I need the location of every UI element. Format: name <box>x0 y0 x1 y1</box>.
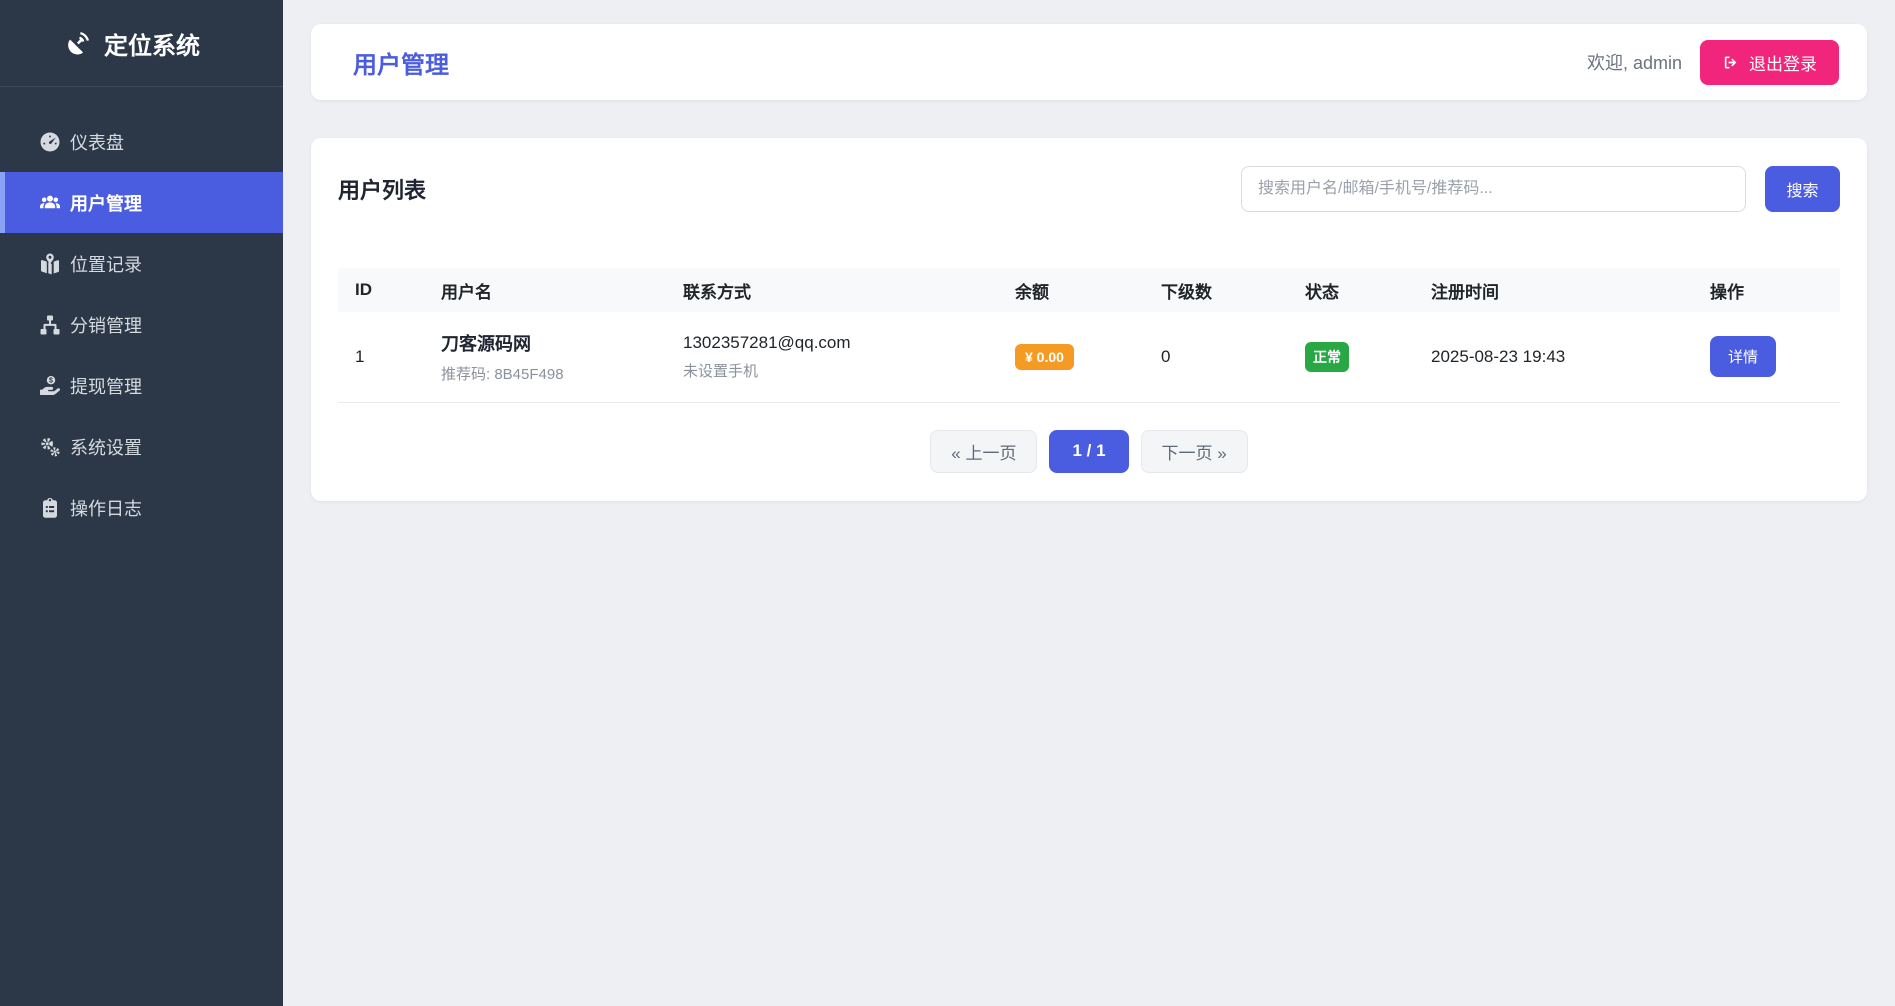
card-toolbar: 用户列表 搜索 <box>338 166 1840 212</box>
sidebar-item-distribution[interactable]: 分销管理 <box>0 294 283 355</box>
satellite-dish-icon <box>64 30 91 57</box>
user-list-card: 用户列表 搜索 ID 用户名 联系方式 余额 下级数 状态 注册时间 <box>311 138 1867 501</box>
cell-username: 刀客源码网 推荐码: 8B45F498 <box>425 312 667 402</box>
sidebar-item-label: 系统设置 <box>70 434 142 460</box>
col-registered: 注册时间 <box>1415 268 1694 312</box>
sidebar-item-label: 用户管理 <box>70 190 142 216</box>
user-table: ID 用户名 联系方式 余额 下级数 状态 注册时间 操作 1 刀客源码网 推荐… <box>338 268 1840 403</box>
cell-subordinates: 0 <box>1145 312 1289 402</box>
current-page-indicator[interactable]: 1 / 1 <box>1049 430 1128 473</box>
sidebar-item-label: 仪表盘 <box>70 129 124 155</box>
phone-text: 未设置手机 <box>683 360 983 381</box>
search-input[interactable] <box>1241 166 1746 212</box>
cell-registered: 2025-08-23 19:43 <box>1415 312 1694 402</box>
sidebar-item-withdrawals[interactable]: $ 提现管理 <box>0 355 283 416</box>
table-row: 1 刀客源码网 推荐码: 8B45F498 1302357281@qq.com … <box>338 312 1840 402</box>
cell-contact: 1302357281@qq.com 未设置手机 <box>667 312 999 402</box>
sitemap-icon <box>38 313 62 337</box>
sidebar-item-location-records[interactable]: 位置记录 <box>0 233 283 294</box>
col-contact: 联系方式 <box>667 268 999 312</box>
list-title: 用户列表 <box>338 173 426 205</box>
username-text: 刀客源码网 <box>441 330 651 356</box>
sidebar: 定位系统 仪表盘 用户管理 位置记录 分销管理 <box>0 0 283 1006</box>
logout-button[interactable]: 退出登录 <box>1700 40 1839 85</box>
svg-text:$: $ <box>49 377 53 384</box>
prev-page-button[interactable]: « 上一页 <box>930 430 1037 473</box>
pagination: « 上一页 1 / 1 下一页 » <box>338 430 1840 473</box>
map-location-icon <box>38 252 62 276</box>
sidebar-menu: 仪表盘 用户管理 位置记录 分销管理 $ 提现管理 <box>0 87 283 538</box>
sidebar-item-label: 位置记录 <box>70 251 142 277</box>
cell-actions: 详情 <box>1694 312 1840 402</box>
sidebar-item-logs[interactable]: 操作日志 <box>0 477 283 538</box>
status-badge: 正常 <box>1305 342 1349 372</box>
sidebar-item-users[interactable]: 用户管理 <box>0 172 283 233</box>
cell-status: 正常 <box>1289 312 1415 402</box>
col-id: ID <box>338 268 425 312</box>
logout-label: 退出登录 <box>1749 50 1817 75</box>
cell-id: 1 <box>338 312 425 402</box>
col-status: 状态 <box>1289 268 1415 312</box>
detail-button[interactable]: 详情 <box>1710 336 1776 377</box>
search-group: 搜索 <box>1241 166 1840 212</box>
hand-holding-dollar-icon: $ <box>38 374 62 398</box>
sidebar-item-dashboard[interactable]: 仪表盘 <box>0 111 283 172</box>
referral-code-text: 推荐码: 8B45F498 <box>441 363 651 384</box>
col-username: 用户名 <box>425 268 667 312</box>
email-text: 1302357281@qq.com <box>683 333 983 353</box>
col-actions: 操作 <box>1694 268 1840 312</box>
sign-out-icon <box>1722 54 1739 71</box>
users-icon <box>38 191 62 215</box>
main-content: 用户管理 欢迎, admin 退出登录 用户列表 搜索 <box>283 0 1895 525</box>
balance-badge: ¥ 0.00 <box>1015 344 1074 370</box>
sidebar-item-settings[interactable]: 系统设置 <box>0 416 283 477</box>
header-right: 欢迎, admin 退出登录 <box>1587 40 1839 85</box>
col-balance: 余额 <box>999 268 1145 312</box>
gauge-icon <box>38 130 62 154</box>
app-logo: 定位系统 <box>0 0 283 87</box>
col-subordinates: 下级数 <box>1145 268 1289 312</box>
next-page-button[interactable]: 下一页 » <box>1141 430 1248 473</box>
welcome-text: 欢迎, admin <box>1587 49 1682 75</box>
sidebar-item-label: 提现管理 <box>70 373 142 399</box>
sidebar-item-label: 分销管理 <box>70 312 142 338</box>
page-title: 用户管理 <box>353 45 449 80</box>
app-title: 定位系统 <box>104 26 200 61</box>
sidebar-item-label: 操作日志 <box>70 495 142 521</box>
clipboard-list-icon <box>38 496 62 520</box>
cell-balance: ¥ 0.00 <box>999 312 1145 402</box>
search-button[interactable]: 搜索 <box>1765 166 1840 212</box>
gears-icon <box>38 435 62 459</box>
table-header: ID 用户名 联系方式 余额 下级数 状态 注册时间 操作 <box>338 268 1840 312</box>
top-header: 用户管理 欢迎, admin 退出登录 <box>311 24 1867 100</box>
